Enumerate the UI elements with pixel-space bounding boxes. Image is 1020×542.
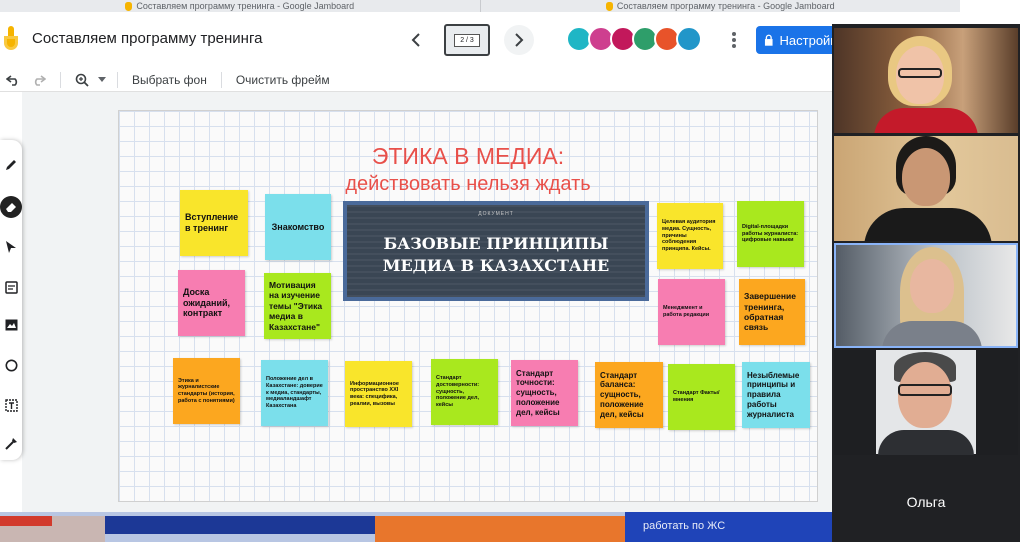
share-button-label: Настройк [779,32,836,48]
more-vert-icon [732,32,736,48]
select-icon [6,241,16,253]
banner-image [0,516,105,542]
set-background-button[interactable]: Выбрать фон [126,73,213,87]
poster-title: БАЗОВЫЕ ПРИНЦИПЫ МЕДИА В КАЗАХСТАНЕ [382,234,610,275]
sticky-note[interactable]: Стандарт Факты/мнения [668,364,735,430]
participant-face [910,259,954,313]
pen-icon [6,160,16,170]
circle-icon [5,359,17,371]
laser-tool[interactable] [0,430,22,456]
toolbar-divider [60,71,61,88]
sticky-note[interactable]: Вступление в тренинг [180,190,248,256]
sticky-note[interactable]: Доска ожиданий, контракт [178,270,245,336]
bottom-banner: работать по ЖС [0,512,840,542]
previous-frame-button[interactable] [402,26,430,54]
poster-kicker: ДОКУМЕНТ [478,211,514,217]
redo-icon [34,74,46,86]
image-tool[interactable] [0,312,22,338]
sticky-note[interactable]: Менеджмент и работа редакции [658,279,725,345]
textbox-tool[interactable] [0,392,22,418]
clear-frame-button[interactable]: Очистить фрейм [230,73,336,87]
image-icon [5,319,17,331]
jamboard-favicon-icon [125,1,133,11]
textbox-icon [4,398,18,412]
browser-tab-title: Составляем программу тренинга - Google J… [616,1,835,11]
shape-tool[interactable] [0,352,22,378]
sticky-note[interactable]: Стандарт баланса: сущность, положение де… [595,362,663,428]
sticky-note[interactable]: Стандарт достоверности: сущность, положе… [431,359,498,425]
pen-tool[interactable] [0,152,22,178]
toolbar-divider [117,71,118,88]
glasses-icon [898,68,942,78]
participant-video-tile[interactable] [834,136,1018,241]
document-title[interactable]: Составляем программу тренинга [32,30,262,47]
chevron-right-icon [515,33,524,47]
eraser-tool[interactable] [0,196,22,218]
sticky-note[interactable]: Знакомство [265,194,331,260]
screen: Составляем программу тренинга - Google J… [0,0,1020,542]
jam-frame[interactable]: ЭТИКА В МЕДИА: действовать нельзя ждать … [118,110,818,502]
collaborator-avatars [566,26,702,52]
sticky-note[interactable]: Целевая аудитория медиа. Сущность, причи… [657,203,723,269]
undo-icon [6,74,18,86]
participant-body [878,430,974,455]
sticky-note[interactable]: Этика и журналистские стандарты (история… [173,358,240,424]
banner-block [375,516,625,542]
eraser-icon [6,203,16,212]
sticky-note-tool[interactable] [0,274,22,300]
poster-image[interactable]: ДОКУМЕНТ БАЗОВЫЕ ПРИНЦИПЫ МЕДИА В КАЗАХС… [343,201,649,301]
laser-icon [4,437,17,450]
next-frame-button[interactable] [504,25,534,55]
zoom-icon [75,73,89,87]
lock-icon [764,34,773,46]
sticky-note[interactable]: Завершение тренинга, обратная связь [739,279,805,345]
sticky-note[interactable]: Мотивация на изучение темы "Этика медиа … [264,273,331,339]
zoom-dropdown-button[interactable] [95,77,109,82]
frame-counter-label: 2 / 3 [454,33,480,47]
frame-title[interactable]: ЭТИКА В МЕДИА: [119,143,817,170]
undo-button[interactable] [0,74,26,86]
participant-body [864,208,992,241]
sticky-note[interactable]: Положение дел в Казахстане: доверие к ме… [261,360,328,426]
browser-tab-title: Составляем программу тренинга - Google J… [136,1,355,11]
jamboard-favicon-icon [605,1,613,11]
tool-rail [0,140,22,460]
participant-body [874,108,978,133]
toolbar: Выбрать фон Очистить фрейм [0,68,840,92]
participant-face [902,148,950,206]
jamboard-logo-icon[interactable] [4,26,18,52]
self-name-label: Ольга [906,494,946,510]
glasses-icon [898,384,952,396]
share-button[interactable]: Настройк [756,26,836,54]
browser-tab-strip: Составляем программу тренинга - Google J… [0,0,960,12]
collaborator-avatar[interactable] [676,26,702,52]
browser-tab[interactable]: Составляем программу тренинга - Google J… [0,0,480,12]
sticky-note[interactable]: Digital-площадки работы журналиста: цифр… [737,201,804,267]
sticky-note[interactable]: Незыблемые принципы и правила работы жур… [742,362,810,428]
sticky-note-icon [4,280,18,294]
sticky-note[interactable]: Информационное пространство XXI века: сп… [345,361,412,427]
more-options-button[interactable] [726,28,742,52]
caret-down-icon [98,77,106,82]
select-tool[interactable] [0,234,22,260]
redo-button[interactable] [26,74,52,86]
chevron-left-icon [411,33,420,47]
participant-video-tile[interactable] [834,243,1018,348]
video-call-panel: Ольга [832,24,1020,542]
sticky-note[interactable]: Стандарт точности: сущность, положение д… [511,360,578,426]
participant-video-tile[interactable] [834,350,1018,455]
frame-bar-toggle[interactable]: 2 / 3 [444,24,490,56]
browser-tab[interactable]: Составляем программу тренинга - Google J… [479,0,961,12]
banner-caption: работать по ЖС [625,512,840,542]
toolbar-divider [220,71,222,88]
participant-video-tile[interactable] [834,28,1018,133]
zoom-button[interactable] [69,73,95,87]
banner-block [105,516,375,534]
participant-body [882,321,982,346]
